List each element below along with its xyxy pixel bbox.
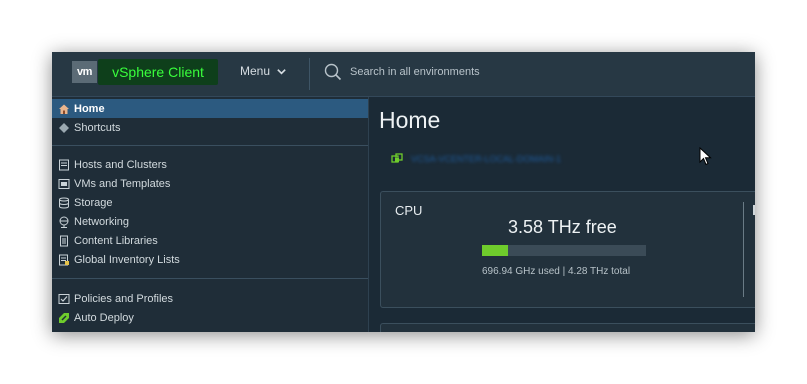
navigator-sidebar: Home Shortcuts Hosts and Clusters VMs an… (52, 97, 369, 332)
main-content: Home VCSA-VCENTER-LOCAL-DOMAIN-1 CPU 3.5… (369, 97, 755, 332)
library-icon (57, 234, 70, 247)
inventory-icon (57, 253, 70, 266)
menu-button[interactable]: Menu (240, 64, 287, 78)
sidebar-item-storage[interactable]: Storage (52, 193, 368, 212)
search-icon (324, 63, 342, 81)
sidebar-item-auto-deploy[interactable]: Auto Deploy (52, 308, 368, 327)
vcenter-link[interactable]: VCSA-VCENTER-LOCAL-DOMAIN-1 (391, 153, 561, 165)
mouse-cursor-icon (699, 147, 712, 166)
next-card-peek (753, 205, 755, 215)
app-title[interactable]: vSphere Client (98, 59, 218, 85)
hosts-icon (57, 158, 70, 171)
sidebar-item-label: Global Inventory Lists (74, 253, 180, 266)
sidebar-divider (52, 145, 368, 146)
sidebar-item-policies-and-profiles[interactable]: Policies and Profiles (52, 289, 368, 308)
card-title: CPU (395, 203, 423, 218)
cpu-free-value: 3.58 THz free (508, 217, 617, 237)
sidebar-item-label: Content Libraries (74, 234, 158, 247)
shortcuts-icon (57, 121, 70, 134)
sidebar-item-shortcuts[interactable]: Shortcuts (52, 118, 368, 137)
sidebar-item-label: Auto Deploy (74, 311, 134, 324)
page-title: Home (379, 107, 441, 133)
vm-logo: vm (72, 61, 97, 83)
sidebar-item-content-libraries[interactable]: Content Libraries (52, 231, 368, 250)
sidebar-divider (52, 278, 368, 279)
sidebar-item-label: Networking (74, 215, 130, 228)
sidebar-item-home[interactable]: Home (52, 99, 368, 118)
sidebar-item-label: Policies and Profiles (74, 292, 174, 305)
sidebar-item-global-inventory-lists[interactable]: Global Inventory Lists (52, 250, 368, 269)
policies-icon (57, 292, 70, 305)
sidebar-item-label: VMs and Templates (74, 177, 171, 190)
storage-icon (57, 196, 70, 209)
header-divider (309, 58, 310, 90)
cpu-usage-bar (482, 245, 646, 256)
card-separator (743, 202, 744, 297)
next-summary-card (380, 323, 755, 332)
sidebar-item-label: Home (74, 102, 105, 115)
network-icon (57, 215, 70, 228)
chevron-down-icon (277, 68, 286, 75)
sidebar-item-label: Shortcuts (74, 121, 121, 134)
sidebar-item-hosts-and-clusters[interactable]: Hosts and Clusters (52, 155, 368, 174)
sidebar-item-label: Storage (74, 196, 113, 209)
cpu-usage-summary: 696.94 GHz used | 4.28 THz total (482, 266, 631, 277)
top-header: vm vSphere Client Menu Search in all env… (52, 52, 755, 97)
vms-icon (57, 177, 70, 190)
menu-label: Menu (240, 64, 271, 78)
vcenter-icon (391, 153, 403, 163)
sidebar-item-label: Hosts and Clusters (74, 158, 167, 171)
auto-deploy-icon (57, 311, 70, 324)
home-icon (57, 102, 70, 115)
vsphere-window: vm vSphere Client Menu Search in all env… (52, 52, 755, 332)
vcenter-name: VCSA-VCENTER-LOCAL-DOMAIN-1 (411, 154, 562, 164)
global-search[interactable]: Search in all environments (324, 62, 480, 82)
search-placeholder: Search in all environments (350, 66, 480, 78)
sidebar-item-networking[interactable]: Networking (52, 212, 368, 231)
sidebar-item-vms-and-templates[interactable]: VMs and Templates (52, 174, 368, 193)
cpu-usage-fill (482, 245, 509, 256)
cpu-card: CPU 3.58 THz free 696.94 GHz used | 4.28… (380, 191, 755, 308)
